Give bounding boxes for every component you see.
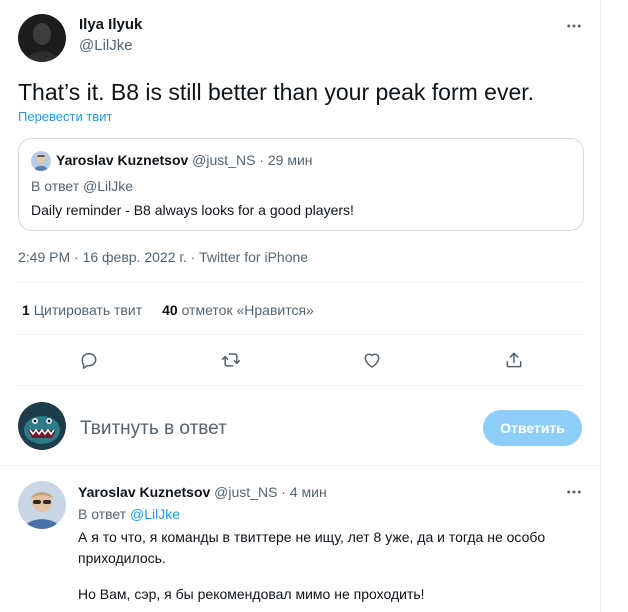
quote-label: Цитировать твит — [33, 302, 143, 318]
author-name[interactable]: Ilya Ilyuk — [79, 16, 142, 33]
reply-header: Yaroslav Kuznetsov @just_NS · 4 мин — [78, 484, 327, 500]
quote-count: 1 — [22, 302, 30, 318]
reply-time[interactable]: 4 мин — [290, 484, 327, 500]
tweet-text: That’s it. B8 is still better than your … — [18, 79, 535, 105]
author-handle[interactable]: @LilJke — [79, 37, 133, 54]
quote-author-avatar — [31, 151, 51, 171]
quote-header: Yaroslav Kuznetsov @just_NS · 29 мин — [56, 152, 313, 168]
quote-text: Daily reminder - B8 always looks for a g… — [31, 202, 354, 218]
author-avatar[interactable] — [18, 14, 66, 62]
quote-separator: · — [259, 152, 264, 168]
translate-tweet-link[interactable]: Перевести твит — [18, 109, 112, 124]
quote-author-handle: @just_NS — [192, 152, 256, 168]
divider — [18, 334, 584, 335]
likes-label: отметок «Нравится» — [181, 302, 314, 318]
divider — [18, 282, 584, 283]
reply-author-name[interactable]: Yaroslav Kuznetsov — [78, 484, 210, 500]
reply-button[interactable]: Ответить — [483, 410, 582, 446]
reply-more-options-icon[interactable] — [562, 482, 586, 502]
quote-reply-to: В ответ @LilJke — [31, 178, 134, 194]
like-icon[interactable] — [358, 346, 386, 374]
retweet-icon[interactable] — [217, 346, 245, 374]
reply-to-mention[interactable]: @LilJke — [130, 506, 180, 522]
divider — [0, 465, 601, 466]
reply-text: А я то что, я команды в твиттере не ищу,… — [78, 529, 546, 566]
reply-to-prefix: В ответ — [78, 506, 127, 522]
quoted-tweet[interactable]: Yaroslav Kuznetsov @just_NS · 29 мин В о… — [18, 138, 584, 231]
reply-input[interactable]: Твитнуть в ответ — [80, 418, 227, 440]
reply-separator: · — [281, 484, 286, 500]
likes-stat[interactable]: 40 отметок «Нравится» — [162, 302, 314, 318]
quote-tweets-stat[interactable]: 1 Цитировать твит — [22, 302, 142, 318]
likes-count: 40 — [162, 302, 178, 318]
reply-text-2: Но Вам, сэр, я бы рекомендовал мимо не п… — [78, 586, 425, 602]
share-icon[interactable] — [500, 346, 528, 374]
current-user-avatar[interactable] — [18, 402, 66, 450]
reply-to-line: В ответ @LilJke — [78, 506, 180, 522]
tweet-timestamp[interactable]: 2:49 PM · 16 февр. 2022 г. · Twitter for… — [18, 249, 308, 265]
tweet-stats: 1 Цитировать твит 40 отметок «Нравится» — [22, 302, 314, 318]
tweet-thread: Ilya Ilyuk @LilJke That’s it. B8 is stil… — [0, 0, 601, 612]
quote-time: 29 мин — [267, 152, 313, 168]
more-options-icon[interactable] — [562, 16, 586, 36]
quote-author-name: Yaroslav Kuznetsov — [56, 152, 189, 168]
reply-author-avatar[interactable] — [18, 481, 66, 529]
divider — [18, 385, 584, 386]
reply-icon[interactable] — [75, 346, 103, 374]
reply-author-handle[interactable]: @just_NS — [214, 484, 277, 500]
